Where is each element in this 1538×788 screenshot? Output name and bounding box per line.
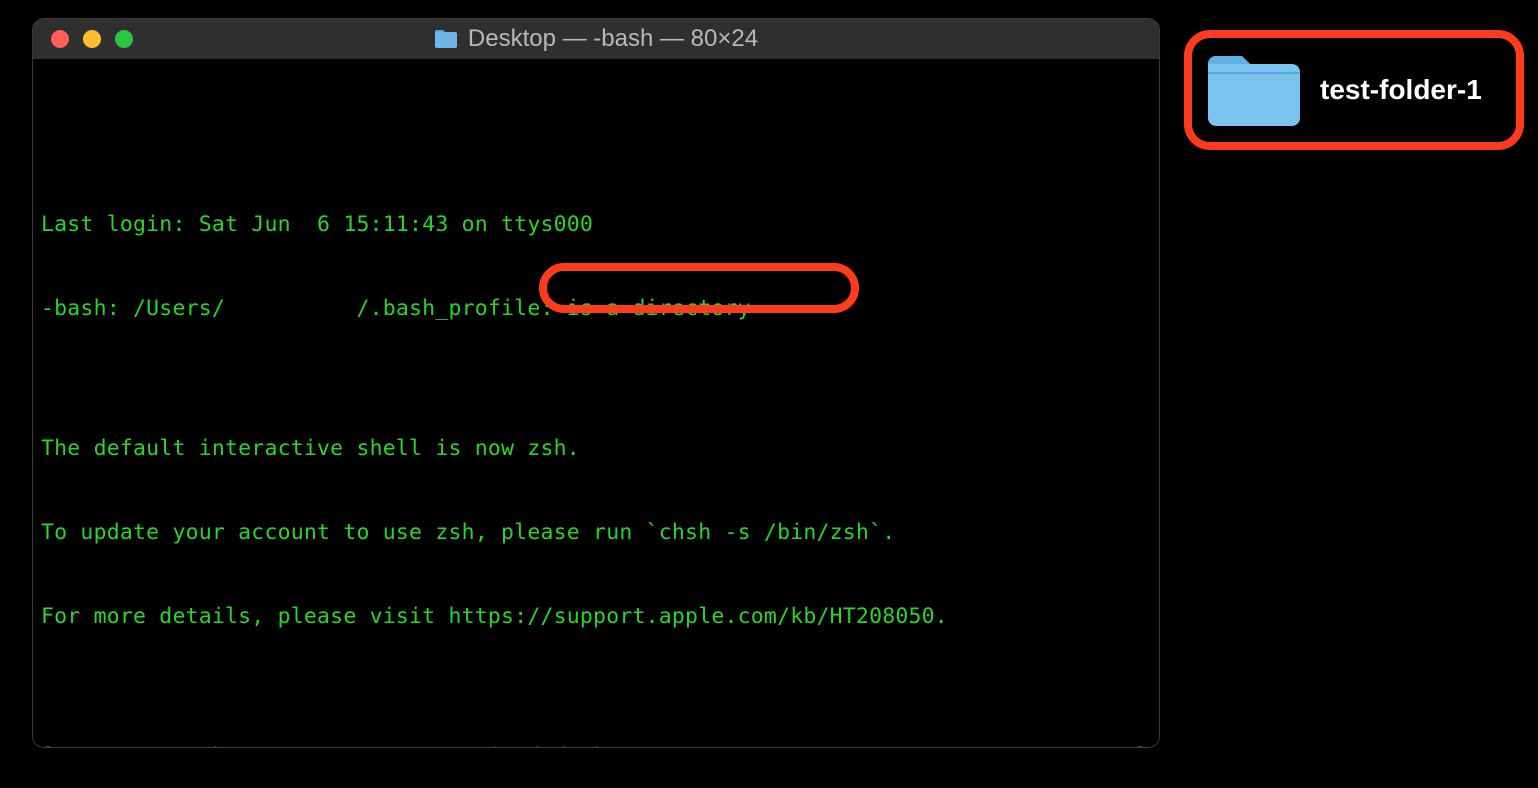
window-titlebar[interactable]: Desktop — -bash — 80×24 [33,19,1159,59]
prompt-prefix: Nates-MacBook-Pro:~ $ [54,743,514,748]
close-button[interactable] [51,30,69,48]
bracket-close: ] [1134,743,1147,748]
terminal-line: The default interactive shell is now zsh… [41,435,1151,463]
terminal-line: For more details, please visit https://s… [41,603,1151,631]
desktop-folder-callout: test-folder-1 [1184,30,1524,150]
terminal-window[interactable]: Desktop — -bash — 80×24 Last login: Sat … [32,18,1160,748]
terminal-prompt-line: [ Nates-MacBook-Pro:~ $ cd desktop ] [41,743,1151,748]
window-title: Desktop — -bash — 80×24 [33,25,1159,53]
minimize-button[interactable] [83,30,101,48]
bracket-open: [ [41,743,54,748]
terminal-line: To update your account to use zsh, pleas… [41,519,1151,547]
desktop-folder-name[interactable]: test-folder-1 [1320,74,1482,106]
terminal-body[interactable]: Last login: Sat Jun 6 15:11:43 on ttys00… [33,59,1159,748]
window-title-text: Desktop — -bash — 80×24 [468,25,758,53]
folder-icon[interactable] [1206,52,1302,128]
prompt-command: cd desktop [514,743,645,748]
terminal-line: Last login: Sat Jun 6 15:11:43 on ttys00… [41,211,1151,239]
traffic-lights [33,30,133,48]
zoom-button[interactable] [115,30,133,48]
terminal-line: -bash: /Users/ /.bash_profile: is a dire… [41,295,1151,323]
folder-icon [434,29,458,49]
